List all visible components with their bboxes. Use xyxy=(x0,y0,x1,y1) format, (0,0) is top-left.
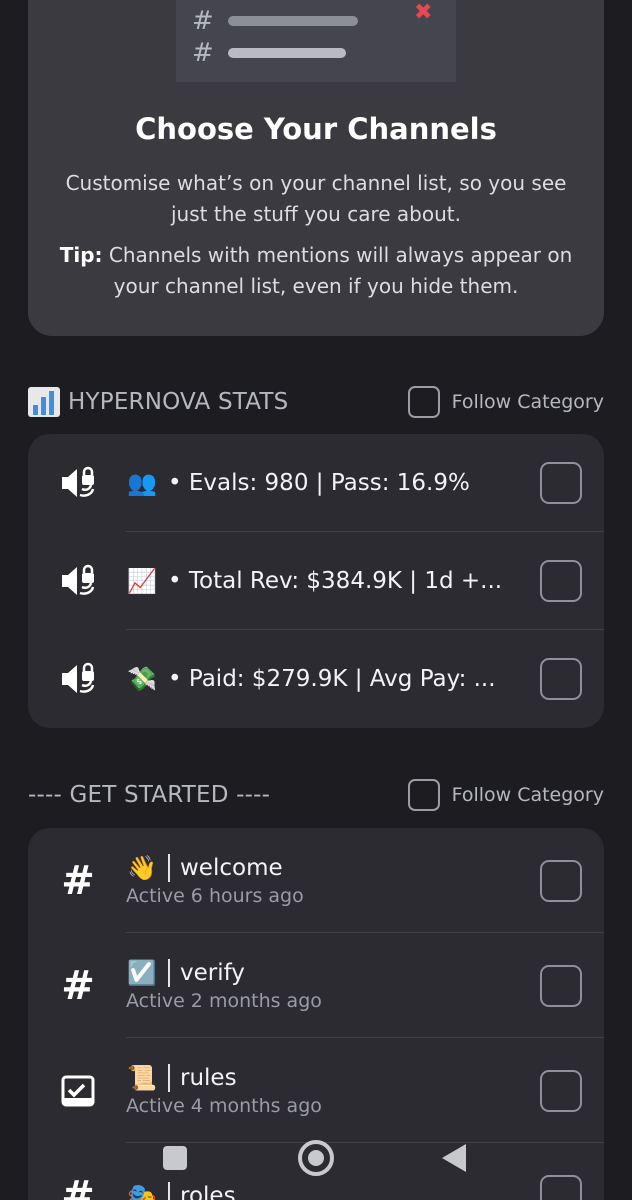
category-name: HYPERNOVA STATS xyxy=(68,389,289,415)
category-title: HYPERNOVA STATS xyxy=(28,387,288,417)
category-header-hypernova-stats: HYPERNOVA STATS Follow Category xyxy=(28,382,604,422)
channel-activity: Active 4 months ago xyxy=(126,1095,322,1117)
category-title: ---- GET STARTED ---- xyxy=(28,782,270,808)
channel-activity: Active 6 hours ago xyxy=(126,885,304,907)
hash-icon: # xyxy=(56,859,100,903)
channel-content: 👋 welcome Active 6 hours ago xyxy=(126,828,524,933)
illus-hash-icon: # xyxy=(192,38,214,68)
follow-category-toggle[interactable]: Follow Category xyxy=(407,386,604,418)
channel-emoji: ☑️ xyxy=(127,959,157,987)
channel-content: ☑️ verify Active 2 months ago xyxy=(126,933,524,1038)
channel-name: • Evals: 980 | Pass: 16.9% xyxy=(168,470,470,496)
system-nav-bar xyxy=(0,1138,632,1200)
channel-checkbox[interactable] xyxy=(540,560,582,602)
channel-group-hypernova-stats: 👥 • Evals: 980 | Pass: 16.9% 📈 • Total Rev… xyxy=(28,434,604,728)
channel-name: • Paid: $279.9K | Avg Pay: ... xyxy=(168,666,496,692)
channel-checkbox[interactable] xyxy=(540,462,582,504)
illus-bar xyxy=(227,16,358,26)
separator xyxy=(168,854,170,882)
channel-emoji: 👋 xyxy=(127,854,157,882)
hash-glyph: # xyxy=(61,962,95,1009)
hero-description: Customise what’s on your channel list, s… xyxy=(65,171,567,226)
home-icon[interactable] xyxy=(298,1140,334,1176)
channel-row[interactable]: 📈 • Total Rev: $384.9K | 1d +... xyxy=(28,532,604,630)
follow-category-toggle[interactable]: Follow Category xyxy=(407,779,604,811)
channel-name: • Total Rev: $384.9K | 1d +... xyxy=(168,568,503,594)
illus-bar xyxy=(227,48,346,58)
separator xyxy=(168,959,170,987)
choose-channels-card: # # ✖ Choose Your Channels Customise wha… xyxy=(28,0,604,336)
bar-chart-icon xyxy=(28,387,60,417)
channel-emoji: 💸 xyxy=(127,666,157,692)
follow-category-label: Follow Category xyxy=(451,784,604,806)
tip-label: Tip: xyxy=(59,243,103,267)
channel-checkbox[interactable] xyxy=(540,1069,582,1112)
channel-row[interactable]: 👥 • Evals: 980 | Pass: 16.9% xyxy=(28,434,604,532)
channel-emoji: 📜 xyxy=(127,1064,157,1092)
voice-locked-icon xyxy=(56,657,100,701)
hash-glyph: # xyxy=(61,857,95,904)
sparkle-icon: ✖ xyxy=(414,0,433,25)
channel-content: 💸 • Paid: $279.9K | Avg Pay: ... xyxy=(126,630,524,728)
rules-icon xyxy=(56,1069,100,1113)
channel-name: rules xyxy=(180,1065,237,1091)
hero-tip: Tip: Channels with mentions will always … xyxy=(58,240,574,302)
channel-checkbox[interactable] xyxy=(540,859,582,902)
channel-row[interactable]: # 👋 welcome Active 6 hours ago xyxy=(28,828,604,933)
channel-row[interactable]: # ☑️ verify Active 2 months ago xyxy=(28,933,604,1038)
channel-row[interactable]: 📜 rules Active 4 months ago xyxy=(28,1038,604,1143)
channel-row[interactable]: 💸 • Paid: $279.9K | Avg Pay: ... xyxy=(28,630,604,728)
back-icon[interactable] xyxy=(442,1144,466,1172)
illus-hash-icon: # xyxy=(192,6,214,36)
illus-row-1: # xyxy=(192,6,358,36)
page-title: Choose Your Channels xyxy=(135,112,497,146)
category-name: ---- GET STARTED ---- xyxy=(28,782,271,808)
follow-category-checkbox[interactable] xyxy=(407,386,440,418)
category-header-get-started: ---- GET STARTED ---- Follow Category xyxy=(28,775,604,815)
channel-activity: Active 2 months ago xyxy=(126,990,322,1012)
channel-content: 📜 rules Active 4 months ago xyxy=(126,1038,524,1143)
recents-icon[interactable] xyxy=(163,1146,187,1170)
channel-content: 👥 • Evals: 980 | Pass: 16.9% xyxy=(126,434,524,532)
channel-checkbox[interactable] xyxy=(540,964,582,1007)
channel-name: verify xyxy=(180,960,245,986)
voice-locked-icon xyxy=(56,461,100,505)
follow-category-label: Follow Category xyxy=(451,391,604,413)
voice-locked-icon xyxy=(56,559,100,603)
channel-emoji: 👥 xyxy=(127,470,157,496)
channel-list-illustration: # # ✖ xyxy=(176,0,456,82)
tip-text: Channels with mentions will always appea… xyxy=(102,243,573,298)
channel-checkbox[interactable] xyxy=(540,658,582,700)
channel-emoji: 📈 xyxy=(127,568,157,594)
follow-category-checkbox[interactable] xyxy=(407,779,440,811)
separator xyxy=(168,1064,170,1092)
channel-content: 📈 • Total Rev: $384.9K | 1d +... xyxy=(126,532,524,630)
hash-icon: # xyxy=(56,964,100,1008)
channel-name: welcome xyxy=(180,855,283,881)
illus-row-2: # xyxy=(192,38,346,68)
